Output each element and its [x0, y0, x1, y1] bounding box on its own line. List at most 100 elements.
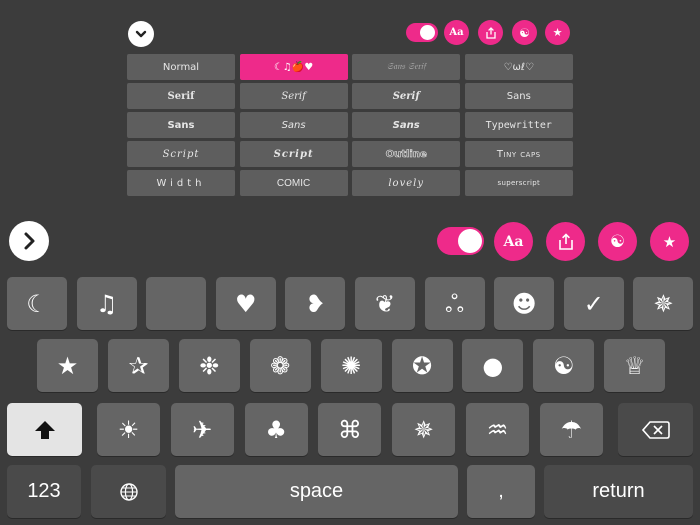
style-option[interactable]: ♡ωℓ♡ [464, 54, 573, 80]
style-option[interactable]: Serif [127, 83, 235, 109]
circle-icon: ● [482, 351, 504, 380]
mini-toggle[interactable] [406, 23, 438, 42]
style-option[interactable]: superscript [464, 170, 573, 196]
airplane-icon: ✈ [192, 415, 213, 444]
mini-theme-button[interactable]: ☯ [512, 20, 537, 45]
style-option[interactable]: Outline [352, 141, 461, 167]
symbol-key[interactable]: ✓ [563, 277, 624, 330]
space-key[interactable]: space [175, 465, 458, 518]
mini-share-button[interactable] [478, 20, 503, 45]
globe-key[interactable] [91, 465, 166, 518]
comma-key[interactable]: , [467, 465, 535, 518]
symbol-key[interactable]: ♒ [466, 403, 529, 456]
symbol-key[interactable]: ❥ [285, 277, 346, 330]
symbol-key[interactable]: ♥ [215, 277, 276, 330]
style-option[interactable]: Sans [239, 112, 348, 138]
mini-font-style-button[interactable]: Aa [444, 20, 469, 45]
return-key-label: return [592, 480, 645, 502]
style-option[interactable]: Sans [127, 112, 235, 138]
pinwheel-icon: ✵ [653, 289, 674, 318]
style-option[interactable]: lovely [352, 170, 461, 196]
symbol-key[interactable]: ✈ [170, 403, 234, 456]
style-option[interactable]: Serif [352, 83, 461, 109]
font-aa-icon: Aa [449, 27, 464, 38]
shift-arrow-icon [34, 420, 55, 439]
style-option[interactable]: Width [127, 170, 235, 196]
style-option[interactable]: Sans [352, 112, 461, 138]
style-option[interactable]: ☾♫🍎♥ [239, 54, 348, 80]
style-option[interactable]: 𝔖𝔞𝔫𝔰 𝔖𝔢𝔯𝔦𝔣 [352, 54, 461, 80]
symbol-key[interactable] [146, 277, 207, 330]
yin-yang-icon: ☯ [553, 351, 575, 380]
share-icon [558, 232, 573, 250]
backspace-key[interactable] [618, 403, 693, 456]
numbers-key[interactable]: 123 [7, 465, 81, 518]
star-icon: ★ [552, 26, 563, 39]
style-toggle[interactable] [437, 227, 484, 255]
star-icon: ★ [662, 232, 677, 251]
globe-icon [119, 482, 138, 501]
style-option[interactable]: Script [127, 141, 235, 167]
sun-burst-icon: ✺ [341, 351, 362, 380]
symbol-key[interactable]: ⌘ [318, 403, 382, 456]
yin-yang-icon: ☯ [609, 231, 626, 252]
style-option[interactable]: Serif [239, 83, 348, 109]
chevron-right-icon [24, 232, 35, 250]
expand-button[interactable] [9, 221, 49, 261]
symbol-key[interactable]: ✵ [392, 403, 456, 456]
return-key[interactable]: return [544, 465, 693, 518]
ribbon-icon: ஃ [445, 289, 464, 318]
chevron-down-icon [135, 30, 147, 38]
star-icon: ★ [56, 351, 79, 380]
style-option[interactable]: COMIC [239, 170, 348, 196]
symbol-key[interactable]: ☻ [494, 277, 555, 330]
apple-heart-icon: ❦ [374, 289, 396, 318]
theme-button[interactable]: ☯ [598, 222, 637, 261]
symbol-key[interactable]: ♕ [604, 339, 666, 392]
collapse-button[interactable] [128, 21, 154, 47]
steam-icon: ♒ [486, 415, 509, 444]
symbol-key[interactable]: ❉ [178, 339, 240, 392]
symbol-key[interactable]: ✰ [107, 339, 169, 392]
checkmark-icon: ✓ [583, 289, 604, 318]
crown-icon: ♕ [623, 351, 646, 380]
symbol-key[interactable]: ★ [37, 339, 98, 392]
style-option[interactable]: Normal [127, 54, 235, 80]
umbrella-icon: ☂ [560, 415, 583, 444]
symbol-key[interactable]: ❁ [249, 339, 311, 392]
space-key-label: space [289, 480, 344, 502]
symbol-key[interactable]: ✵ [633, 277, 694, 330]
style-option[interactable]: Sans [464, 83, 573, 109]
symbol-key[interactable]: ☾ [7, 277, 67, 330]
comma-key-label: , [498, 480, 504, 502]
symbol-key[interactable]: ● [462, 339, 524, 392]
mini-favorites-button[interactable]: ★ [545, 20, 570, 45]
favorites-button[interactable]: ★ [650, 222, 689, 261]
style-option[interactable]: Script [239, 141, 348, 167]
symbol-key[interactable]: ☯ [533, 339, 595, 392]
heart-icon: ♥ [235, 289, 257, 318]
symbol-key[interactable]: ✺ [320, 339, 382, 392]
snowflake-icon: ❉ [199, 351, 220, 380]
symbol-key[interactable]: ஃ [424, 277, 485, 330]
moon-icon: ☾ [26, 289, 48, 318]
symbol-key[interactable]: ❦ [355, 277, 415, 330]
symbol-key[interactable]: ♫ [76, 277, 137, 330]
command-icon: ⌘ [337, 415, 362, 444]
star-outline-icon: ✰ [128, 351, 149, 380]
style-option[interactable]: Typewritter [464, 112, 573, 138]
share-button[interactable] [546, 222, 585, 261]
symbol-key[interactable]: ☀ [97, 403, 160, 456]
symbol-key[interactable]: ☂ [539, 403, 603, 456]
font-aa-icon: Aa [503, 233, 524, 250]
shift-key[interactable] [7, 403, 82, 456]
numbers-key-label: 123 [27, 480, 61, 502]
yin-yang-icon: ☯ [519, 25, 530, 40]
font-style-button[interactable]: Aa [494, 222, 533, 261]
symbol-key[interactable]: ♣ [244, 403, 308, 456]
backspace-icon [641, 420, 670, 439]
clover-icon: ♣ [265, 415, 287, 444]
style-option[interactable]: Tiny caps [464, 141, 573, 167]
symbol-key[interactable]: ✪ [391, 339, 453, 392]
share-icon [485, 26, 496, 39]
